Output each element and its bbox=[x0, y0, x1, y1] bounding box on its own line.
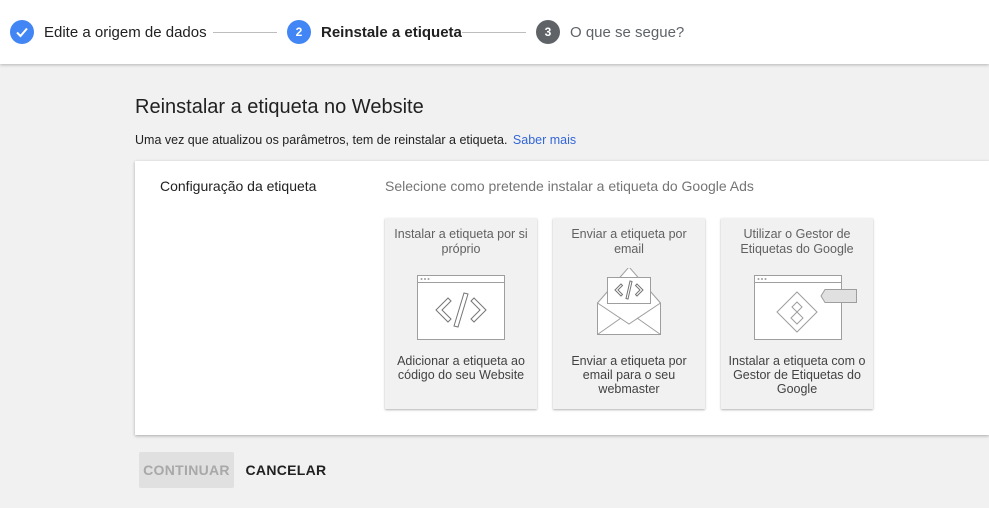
option-install-yourself[interactable]: Instalar a etiqueta por si próprio Adici… bbox=[385, 218, 537, 409]
checkmark-icon bbox=[10, 20, 34, 44]
step-label: Reinstale a etiqueta bbox=[321, 23, 462, 41]
cancel-button[interactable]: CANCELAR bbox=[244, 452, 328, 488]
option-description: Enviar a etiqueta por email para o seu w… bbox=[571, 354, 687, 396]
page-title: Reinstalar a etiqueta no Website bbox=[135, 96, 424, 118]
learn-more-link[interactable]: Saber mais bbox=[513, 133, 576, 147]
option-tag-manager[interactable]: Utilizar o Gestor de Etiquetas do Google… bbox=[721, 218, 873, 409]
option-title: Instalar a etiqueta por si próprio bbox=[394, 227, 528, 256]
step-connector bbox=[462, 32, 526, 33]
tag-configuration-card: Configuração da etiqueta Selecione como … bbox=[135, 161, 989, 435]
description-text: Uma vez que atualizou os parâmetros, tem… bbox=[135, 133, 508, 147]
section-hint: Selecione como pretende instalar a etiqu… bbox=[385, 178, 754, 194]
step-edit-data-source[interactable]: Edite a origem de dados bbox=[10, 20, 207, 44]
section-label: Configuração da etiqueta bbox=[160, 178, 317, 194]
option-email-tag[interactable]: Enviar a etiqueta por email Enviar a eti… bbox=[553, 218, 705, 409]
option-description: Adicionar a etiqueta ao código do seu We… bbox=[397, 354, 525, 382]
step-whats-next[interactable]: 3 O que se segue? bbox=[536, 20, 684, 44]
option-title: Utilizar o Gestor de Etiquetas do Google bbox=[740, 227, 854, 256]
step-number: 2 bbox=[287, 20, 311, 44]
step-label: Edite a origem de dados bbox=[44, 23, 207, 41]
step-number: 3 bbox=[536, 20, 560, 44]
tag-manager-icon bbox=[754, 275, 857, 340]
step-reinstall-tag[interactable]: 2 Reinstale a etiqueta bbox=[287, 20, 462, 44]
page-description: Uma vez que atualizou os parâmetros, tem… bbox=[135, 133, 576, 147]
email-code-icon bbox=[597, 268, 661, 335]
step-connector bbox=[213, 32, 277, 33]
option-title: Enviar a etiqueta por email bbox=[571, 227, 687, 256]
code-window-icon bbox=[417, 275, 505, 340]
continue-button[interactable]: CONTINUAR bbox=[139, 452, 234, 488]
step-label: O que se segue? bbox=[570, 23, 685, 41]
stepper-header: Edite a origem de dados 2 Reinstale a et… bbox=[0, 0, 989, 64]
option-description: Instalar a etiqueta com o Gestor de Etiq… bbox=[728, 354, 866, 396]
